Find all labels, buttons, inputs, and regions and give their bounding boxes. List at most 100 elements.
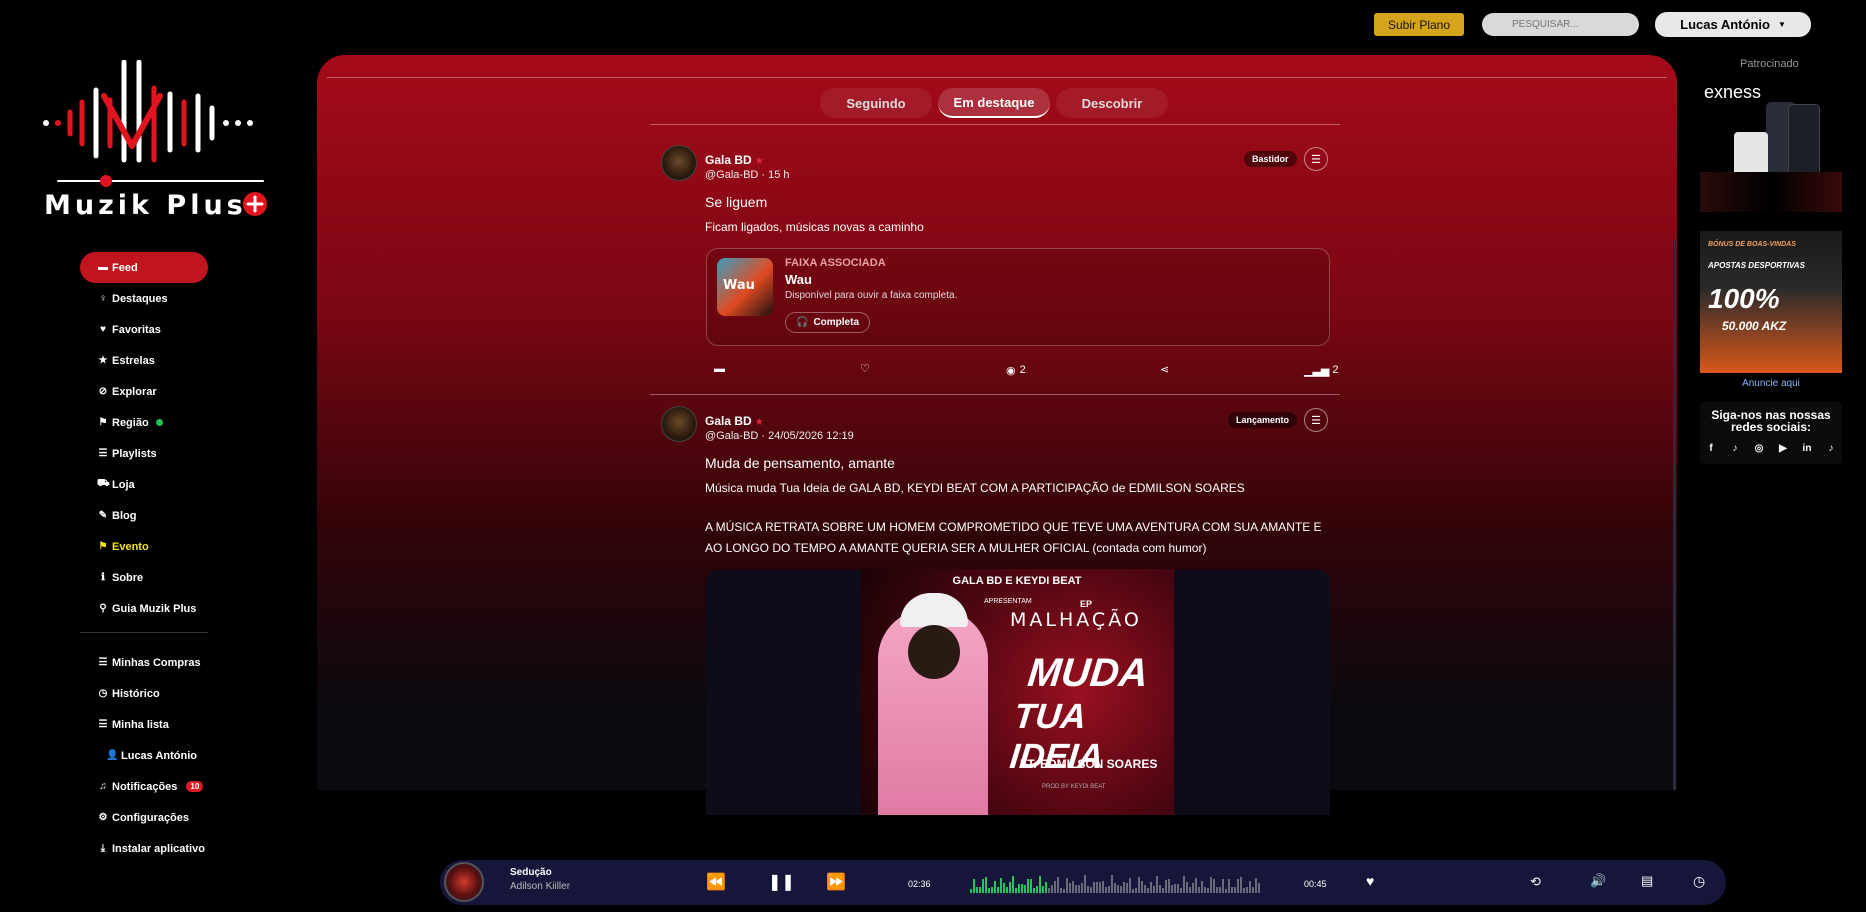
- repeat-button[interactable]: ⟲: [1530, 874, 1541, 890]
- tiktok-icon[interactable]: ♪: [1727, 441, 1744, 455]
- sidebar-item-feed[interactable]: ▬ Feed: [80, 252, 208, 283]
- sidebar-divider: [80, 632, 208, 633]
- facebook-icon[interactable]: f: [1703, 441, 1720, 455]
- waveform-bar: [1174, 884, 1176, 893]
- sidebar-item-configuracoes[interactable]: ⚙ Configurações: [80, 802, 208, 833]
- sidebar-item-guia[interactable]: ⚲ Guia Muzik Plus: [80, 593, 208, 624]
- post-author-name[interactable]: Gala BD: [705, 153, 752, 167]
- waveform-bar: [1105, 886, 1107, 893]
- track-title[interactable]: Wau: [785, 272, 812, 287]
- waveform-bar: [1207, 888, 1209, 893]
- sidebar-item-playlists[interactable]: ☰ Playlists: [80, 438, 208, 469]
- repeat-icon: ⟲: [1530, 874, 1541, 889]
- tab-em-destaque[interactable]: Em destaque: [938, 88, 1050, 118]
- sidebar-item-explorar[interactable]: ⊘ Explorar: [80, 376, 208, 407]
- instagram-icon[interactable]: ◎: [1751, 441, 1768, 455]
- post-menu-button[interactable]: ☰: [1304, 408, 1328, 432]
- waveform-bar: [1123, 881, 1125, 893]
- sidebar-item-destaques[interactable]: ♀ Destaques: [80, 283, 208, 314]
- player-artist[interactable]: Adilson Kiiller: [510, 881, 570, 892]
- bell-icon: ♫: [99, 781, 107, 792]
- waveform-bar: [1102, 881, 1104, 893]
- sidebar-item-favoritas[interactable]: ♥ Favoritas: [80, 314, 208, 345]
- waveform-bar: [1009, 882, 1011, 893]
- like-track-button[interactable]: ♥: [1366, 873, 1374, 889]
- next-button[interactable]: ⏩: [826, 872, 846, 892]
- panel-divider: [327, 77, 1667, 78]
- menu-icon: ☰: [1311, 153, 1321, 166]
- waveform-bar: [994, 881, 996, 893]
- sidebar-item-evento[interactable]: ⚑ Evento: [80, 531, 208, 562]
- waveform-bar: [1168, 878, 1170, 893]
- previous-button[interactable]: ⏪: [706, 872, 726, 892]
- star-icon: ★: [754, 156, 764, 167]
- tiktok-icon[interactable]: ♪: [1823, 441, 1840, 455]
- sidebar-item-historico[interactable]: ◷ Histórico: [80, 678, 208, 709]
- sidebar-item-notificacoes[interactable]: ♫ Notificações 10: [80, 771, 208, 802]
- sidebar-item-label: Feed: [112, 261, 138, 274]
- pause-button[interactable]: ❚❚: [768, 872, 795, 892]
- upgrade-plan-button[interactable]: Subir Plano: [1374, 13, 1464, 36]
- post-menu-button[interactable]: ☰: [1304, 147, 1328, 171]
- volume-button[interactable]: 🔊: [1590, 873, 1606, 889]
- waveform-bar: [1111, 875, 1113, 893]
- player-track-title[interactable]: Sedução: [510, 867, 552, 878]
- post-meta: @Gala-BD · 24/05/2026 12:19: [705, 430, 854, 442]
- compass-icon: ⊘: [98, 386, 108, 397]
- phone-mockup: [1788, 104, 1820, 182]
- track-cover[interactable]: Wau: [717, 258, 773, 316]
- sidebar-item-instalar[interactable]: ⤓ Instalar aplicativo: [80, 833, 208, 864]
- remaining-time: 00:45: [1304, 879, 1327, 889]
- volume-icon: 🔊: [1590, 873, 1607, 888]
- list-icon: ☰: [98, 657, 108, 668]
- waveform-bar: [1144, 884, 1146, 893]
- avatar[interactable]: [661, 406, 697, 442]
- sidebar-item-loja[interactable]: ⛟ Loja: [80, 469, 208, 500]
- post-cover-image[interactable]: GALA BD E KEYDI BEAT APRESENTAM EP MALHA…: [860, 569, 1174, 815]
- sidebar-item-label: Loja: [112, 478, 135, 491]
- poster-headline: GALA BD E KEYDI BEAT: [952, 575, 1082, 587]
- waveform-progress[interactable]: [970, 873, 1262, 893]
- feed-scrollbar[interactable]: [1673, 240, 1676, 790]
- sidebar-item-perfil[interactable]: 👤 Lucas António: [80, 740, 208, 771]
- comment-button[interactable]: ▬: [714, 363, 725, 375]
- waveform-bar: [1216, 886, 1218, 893]
- sidebar-item-minha-lista[interactable]: ☰ Minha lista: [80, 709, 208, 740]
- sidebar-item-regiao[interactable]: ⚑ Região: [80, 407, 208, 438]
- sports-bet-ad[interactable]: BÓNUS DE BOAS-VINDAS APOSTAS DESPORTIVAS…: [1700, 231, 1842, 373]
- player-cover[interactable]: [444, 862, 484, 902]
- advertise-link[interactable]: Anuncie aqui: [1700, 378, 1842, 389]
- waveform-bar: [1039, 876, 1041, 893]
- post-author-name[interactable]: Gala BD: [705, 414, 752, 428]
- queue-button[interactable]: ▤: [1641, 873, 1653, 889]
- search-input[interactable]: [1482, 13, 1639, 36]
- youtube-icon[interactable]: ▶: [1775, 441, 1792, 455]
- listen-full-button[interactable]: 🎧 Completa: [785, 312, 871, 333]
- clock-icon: ◷: [1693, 873, 1706, 889]
- comment-icon: ▬: [714, 363, 725, 375]
- waveform-bar: [1255, 878, 1257, 893]
- linkedin-icon[interactable]: in: [1799, 441, 1816, 455]
- queue-icon: ▤: [1641, 873, 1654, 888]
- post-text: Música muda Tua Ideia de GALA BD, KEYDI …: [705, 481, 1245, 495]
- sidebar-item-compras[interactable]: ☰ Minhas Compras: [80, 647, 208, 678]
- clock-icon: ◷: [98, 688, 108, 699]
- stats-count[interactable]: ▁▃▅ 2: [1304, 364, 1339, 377]
- tab-descobrir[interactable]: Descobrir: [1056, 88, 1168, 118]
- waveform-bar: [1075, 885, 1077, 893]
- pause-icon: ❚❚: [768, 874, 795, 891]
- user-menu-button[interactable]: Lucas António ▼: [1655, 12, 1811, 37]
- share-button[interactable]: ⋖: [1160, 363, 1169, 376]
- like-button[interactable]: ♡: [860, 362, 870, 375]
- timer-button[interactable]: ◷: [1693, 873, 1705, 890]
- sidebar-item-estrelas[interactable]: ★ Estrelas: [80, 345, 208, 376]
- sidebar-item-blog[interactable]: ✎ Blog: [80, 500, 208, 531]
- exness-ad[interactable]: exness: [1700, 82, 1842, 222]
- views-value: 2: [1019, 364, 1026, 376]
- sidebar-item-label: Explorar: [112, 385, 157, 398]
- sidebar-item-sobre[interactable]: ℹ Sobre: [80, 562, 208, 593]
- sidebar-item-label: Região: [112, 416, 149, 429]
- tab-seguindo[interactable]: Seguindo: [820, 88, 932, 118]
- avatar[interactable]: [661, 145, 697, 181]
- heart-icon: ♥: [100, 324, 106, 335]
